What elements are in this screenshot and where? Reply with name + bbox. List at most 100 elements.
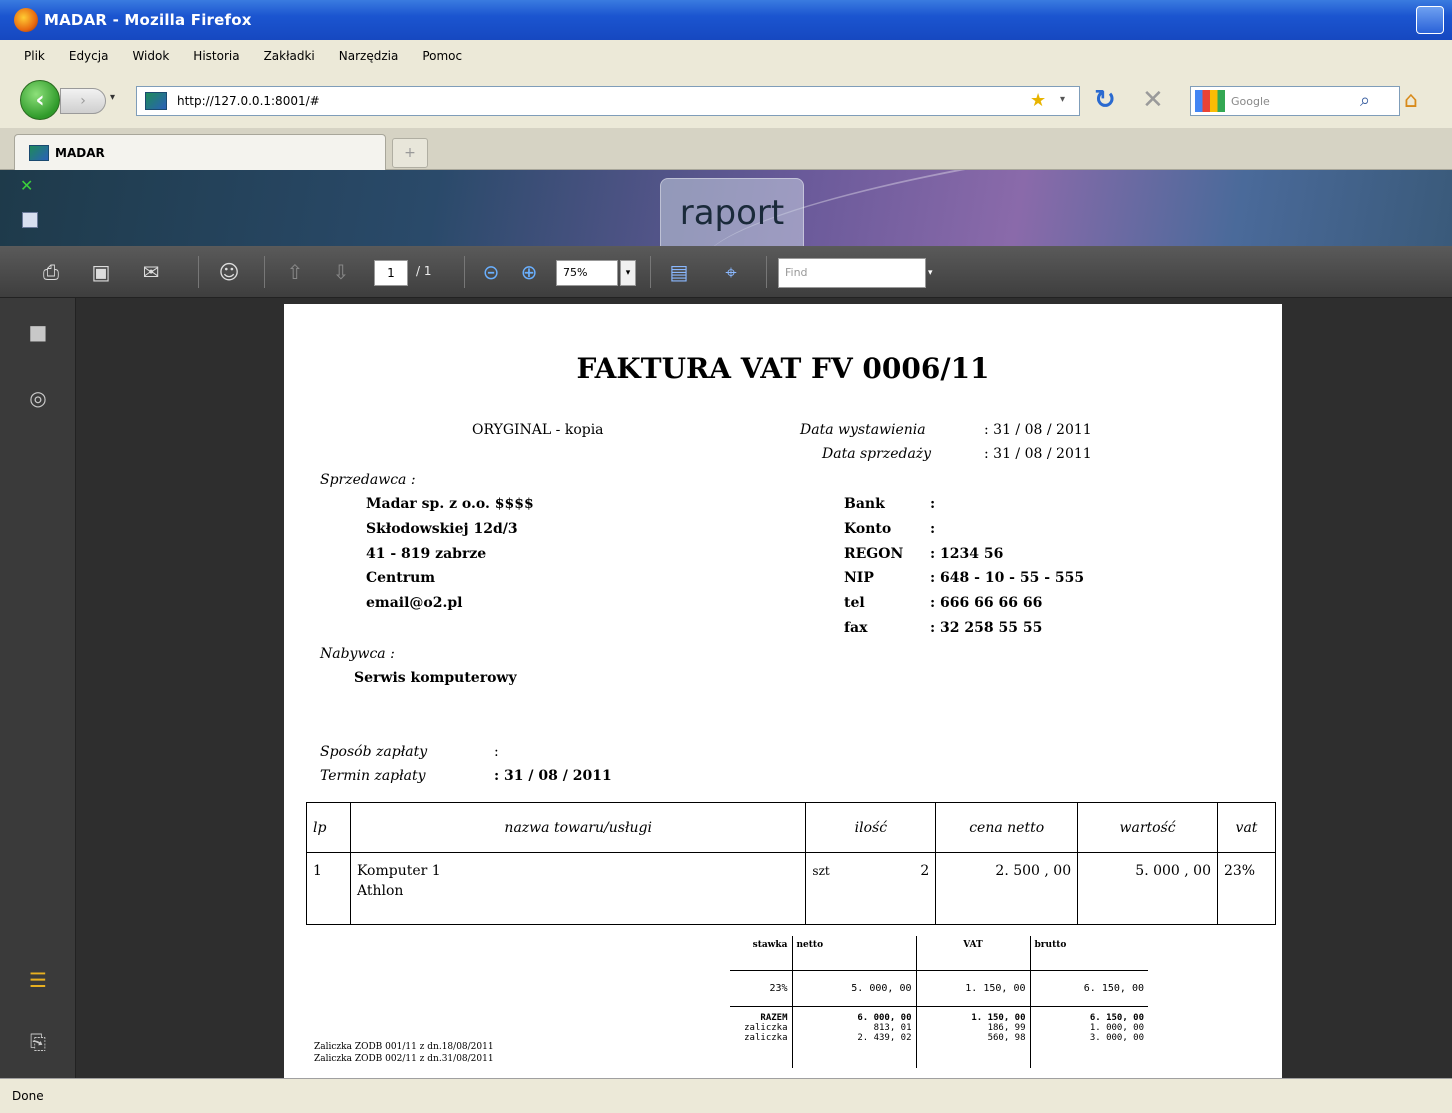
vat-summary-table: stawka netto VAT brutto 23% 5. 000, 00 1… xyxy=(730,936,1148,1068)
history-dropdown-icon[interactable]: ▾ xyxy=(110,92,124,110)
column-header: vat xyxy=(1216,802,1277,853)
issue-date-label: Data wystawienia xyxy=(800,422,926,438)
tab-strip: MADAR + xyxy=(0,128,1452,170)
summary-cell: RAZEM zaliczka zaliczka xyxy=(730,1006,792,1068)
seller-line: Centrum xyxy=(366,570,436,586)
seller-line: 41 - 819 zabrze xyxy=(366,546,487,562)
advance-netto: 2. 439, 02 xyxy=(857,1032,912,1043)
menu-item-zakladki[interactable]: Zakładki xyxy=(262,47,317,65)
app-header-banner: ✕ raport xyxy=(0,170,1452,246)
fit-width-icon[interactable]: ▤ xyxy=(664,258,694,286)
window-title: MADAR - Mozilla Firefox xyxy=(44,11,252,29)
toolbar-divider xyxy=(650,256,651,288)
url-text[interactable]: http://127.0.0.1:8001/# xyxy=(177,94,320,108)
share-icon[interactable]: ✉ xyxy=(136,258,166,286)
bank-label: REGON xyxy=(844,546,904,562)
next-page-icon[interactable]: ⇩ xyxy=(326,258,356,286)
url-bar[interactable]: http://127.0.0.1:8001/# xyxy=(136,86,1080,116)
forward-button[interactable]: › xyxy=(60,88,106,114)
tab-favicon-icon xyxy=(29,144,49,161)
advance-vat: 186, 99 xyxy=(987,1022,1026,1033)
issue-date-value: : 31 / 08 / 2011 xyxy=(984,422,1092,438)
page-number-input[interactable]: 1 xyxy=(374,260,408,286)
firefox-icon xyxy=(14,8,38,32)
find-dropdown-icon[interactable]: ▾ xyxy=(928,268,933,278)
site-favicon-icon xyxy=(145,92,167,110)
zoom-level-input[interactable]: 75% xyxy=(556,260,618,286)
copy-icon[interactable] xyxy=(22,212,38,228)
total-vat: 1. 150, 00 xyxy=(971,1012,1026,1023)
zoom-out-icon[interactable]: ⊝ xyxy=(476,258,506,286)
seller-line: Skłodowskiej 12d/3 xyxy=(366,521,518,537)
tab-madar[interactable]: MADAR xyxy=(14,134,386,170)
zoom-dropdown-icon[interactable]: ▾ xyxy=(620,260,636,286)
cell-vat: 23% xyxy=(1216,852,1277,925)
bank-label: tel xyxy=(844,595,865,611)
bank-label: fax xyxy=(844,620,868,636)
banner-decoration xyxy=(695,170,1452,246)
save-icon[interactable]: ▣ xyxy=(86,258,116,286)
pages-icon[interactable]: ■ xyxy=(24,318,52,346)
item-name-line: Komputer 1 xyxy=(356,863,441,879)
reload-icon[interactable]: ↻ xyxy=(1094,86,1116,114)
column-header: wartość xyxy=(1077,802,1218,853)
advance-netto: 813, 01 xyxy=(873,1022,912,1033)
binoculars-icon[interactable]: ◎ xyxy=(24,384,52,412)
summary-cell: 6. 150, 00 xyxy=(1029,969,1148,1007)
seller-line: Madar sp. z o.o. $$$$ xyxy=(366,496,534,512)
google-engine-icon[interactable] xyxy=(1195,90,1225,112)
seller-line: email@o2.pl xyxy=(366,595,463,611)
summary-header-row: stawka netto VAT brutto xyxy=(730,936,1148,970)
total-label: RAZEM xyxy=(760,1012,788,1023)
summary-cell: 23% xyxy=(730,969,792,1007)
toolbar-divider xyxy=(766,256,767,288)
stop-icon[interactable]: ✕ xyxy=(1142,86,1164,114)
payment-method-value: : xyxy=(494,744,499,760)
bookmark-star-icon[interactable]: ★ xyxy=(1030,92,1046,110)
fit-page-icon[interactable]: ⌖ xyxy=(716,258,746,286)
comments-icon[interactable]: ☰ xyxy=(24,966,52,994)
attachment-icon[interactable]: ⎘ xyxy=(24,1028,52,1056)
bank-value: : 32 258 55 55 xyxy=(930,620,1043,636)
minimize-button[interactable] xyxy=(1416,6,1444,34)
payment-method-label: Sposób zapłaty xyxy=(320,744,428,760)
sale-date-value: : 31 / 08 / 2011 xyxy=(984,446,1092,462)
menu-item-widok[interactable]: Widok xyxy=(130,47,171,65)
buyer-name: Serwis komputerowy xyxy=(354,670,517,686)
url-dropdown-icon[interactable]: ▾ xyxy=(1060,94,1065,105)
find-input[interactable]: Find xyxy=(778,258,926,288)
menu-item-plik[interactable]: Plik xyxy=(22,47,47,65)
search-magnifier-icon[interactable]: ⌕ xyxy=(1360,90,1370,111)
invoice-title: FAKTURA VAT FV 0006/11 xyxy=(576,352,990,385)
home-icon[interactable]: ⌂ xyxy=(1404,88,1418,113)
back-button[interactable]: ‹ xyxy=(20,80,60,120)
invoice-items-table: lp nazwa towaru/usługi ilość cena netto … xyxy=(306,802,1277,925)
comment-icon[interactable]: ☺ xyxy=(214,258,244,286)
item-unit: szt xyxy=(812,864,830,878)
menu-item-edycja[interactable]: Edycja xyxy=(67,47,111,65)
column-header: ilość xyxy=(805,802,937,853)
zoom-in-icon[interactable]: ⊕ xyxy=(514,258,544,286)
close-report-icon[interactable]: ✕ xyxy=(20,176,33,195)
new-tab-button[interactable]: + xyxy=(392,138,428,168)
menu-item-historia[interactable]: Historia xyxy=(191,47,241,65)
toolbar-divider xyxy=(198,256,199,288)
bank-label: NIP xyxy=(844,570,874,586)
cell-quantity: szt 2 xyxy=(805,852,937,925)
summary-rate-row: 23% 5. 000, 00 1. 150, 00 6. 150, 00 xyxy=(730,969,1148,1007)
column-header: nazwa towaru/usługi xyxy=(349,802,807,853)
advance-brutto: 1. 000, 00 xyxy=(1089,1022,1144,1033)
menu-item-narzedzia[interactable]: Narzędzia xyxy=(337,47,401,65)
total-brutto: 6. 150, 00 xyxy=(1089,1012,1144,1023)
print-icon[interactable]: ⎙ xyxy=(36,258,66,286)
previous-page-icon[interactable]: ⇧ xyxy=(280,258,310,286)
section-title-raport[interactable]: raport xyxy=(660,178,804,246)
table-header-row: lp nazwa towaru/usługi ilość cena netto … xyxy=(306,802,1277,853)
menu-item-pomoc[interactable]: Pomoc xyxy=(420,47,464,65)
item-name-line: Athlon xyxy=(356,883,404,899)
toolbar-divider xyxy=(464,256,465,288)
sale-date-label: Data sprzedaży xyxy=(822,446,932,462)
advance-brutto: 3. 000, 00 xyxy=(1089,1032,1144,1043)
summary-cell: 6. 000, 00 813, 01 2. 439, 02 xyxy=(791,1006,916,1068)
summary-cell: 1. 150, 00 186, 99 560, 98 xyxy=(915,1006,1030,1068)
